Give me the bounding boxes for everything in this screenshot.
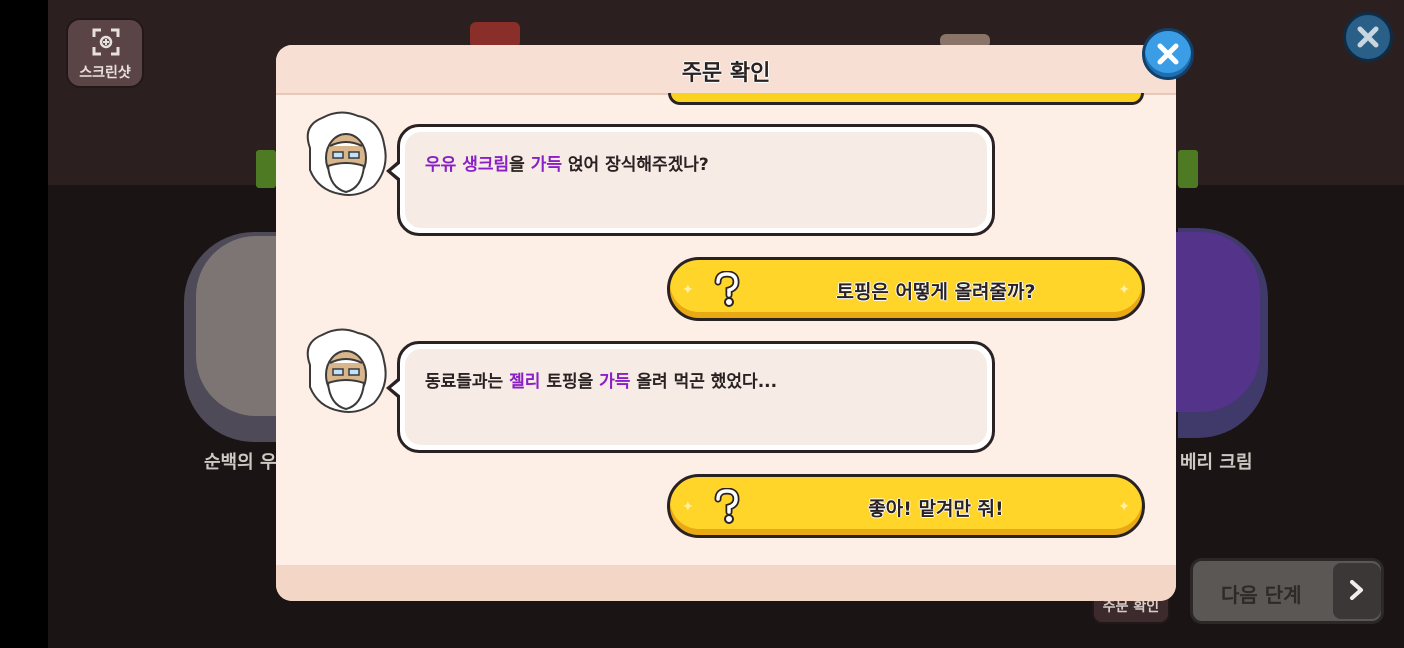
next-arrow-box bbox=[1333, 563, 1381, 619]
next-step-button[interactable]: 다음 단계 bbox=[1190, 558, 1384, 624]
choice-label: 좋아! 맡겨만 줘! bbox=[868, 498, 1004, 520]
left-cream-label: 순백의 우 bbox=[204, 452, 277, 473]
close-icon bbox=[1157, 43, 1179, 65]
sparkle-icon: ✦ bbox=[682, 282, 694, 298]
screenshot-label: 스크린샷 bbox=[79, 65, 131, 81]
dialog-text: 동료들과는 젤리 토핑을 가득 올려 먹곤 했었다... bbox=[425, 372, 778, 392]
question-mark-icon bbox=[712, 270, 742, 307]
left-arrow-icon bbox=[256, 150, 276, 188]
dialog-close-button[interactable] bbox=[1142, 28, 1194, 80]
old-cookie-avatar bbox=[300, 108, 390, 198]
dialog-bottom-edge bbox=[276, 565, 1176, 601]
speech-bubble: 동료들과는 젤리 토핑을 가득 올려 먹곤 했었다... bbox=[386, 341, 995, 453]
right-arrow-icon bbox=[1178, 150, 1198, 188]
choice-button-how-topping[interactable]: ✦ 토핑은 어떻게 올려줄까? ✦ bbox=[667, 257, 1145, 321]
right-cream-label: 베리 크림 bbox=[1180, 452, 1253, 473]
close-icon bbox=[1357, 26, 1379, 48]
dialog-header: 주문 확인 bbox=[276, 45, 1176, 95]
choice-label: 토핑은 어떻게 올려줄까? bbox=[836, 281, 1036, 303]
question-mark-icon bbox=[712, 487, 742, 524]
previous-choice-edge bbox=[668, 93, 1144, 105]
sparkle-icon: ✦ bbox=[1118, 282, 1130, 298]
left-letterbox bbox=[0, 0, 48, 648]
next-step-label: 다음 단계 bbox=[1221, 583, 1302, 607]
choice-button-leave-it[interactable]: ✦ 좋아! 맡겨만 줘! ✦ bbox=[667, 474, 1145, 538]
chevron-right-icon bbox=[1350, 580, 1363, 600]
dialog-title: 주문 확인 bbox=[681, 61, 771, 86]
old-cookie-avatar bbox=[300, 325, 390, 415]
screenshot-button[interactable]: 스크린샷 bbox=[66, 18, 144, 88]
sparkle-icon: ✦ bbox=[682, 499, 694, 515]
screenshot-frame-icon bbox=[92, 28, 120, 56]
sparkle-icon: ✦ bbox=[1118, 499, 1130, 515]
dialog-text: 우유 생크림을 가득 얹어 장식해주겠나? bbox=[425, 155, 709, 175]
right-cream-fill bbox=[1176, 232, 1260, 412]
speech-bubble: 우유 생크림을 가득 얹어 장식해주겠나? bbox=[386, 124, 995, 236]
top-close-button[interactable] bbox=[1343, 12, 1393, 62]
